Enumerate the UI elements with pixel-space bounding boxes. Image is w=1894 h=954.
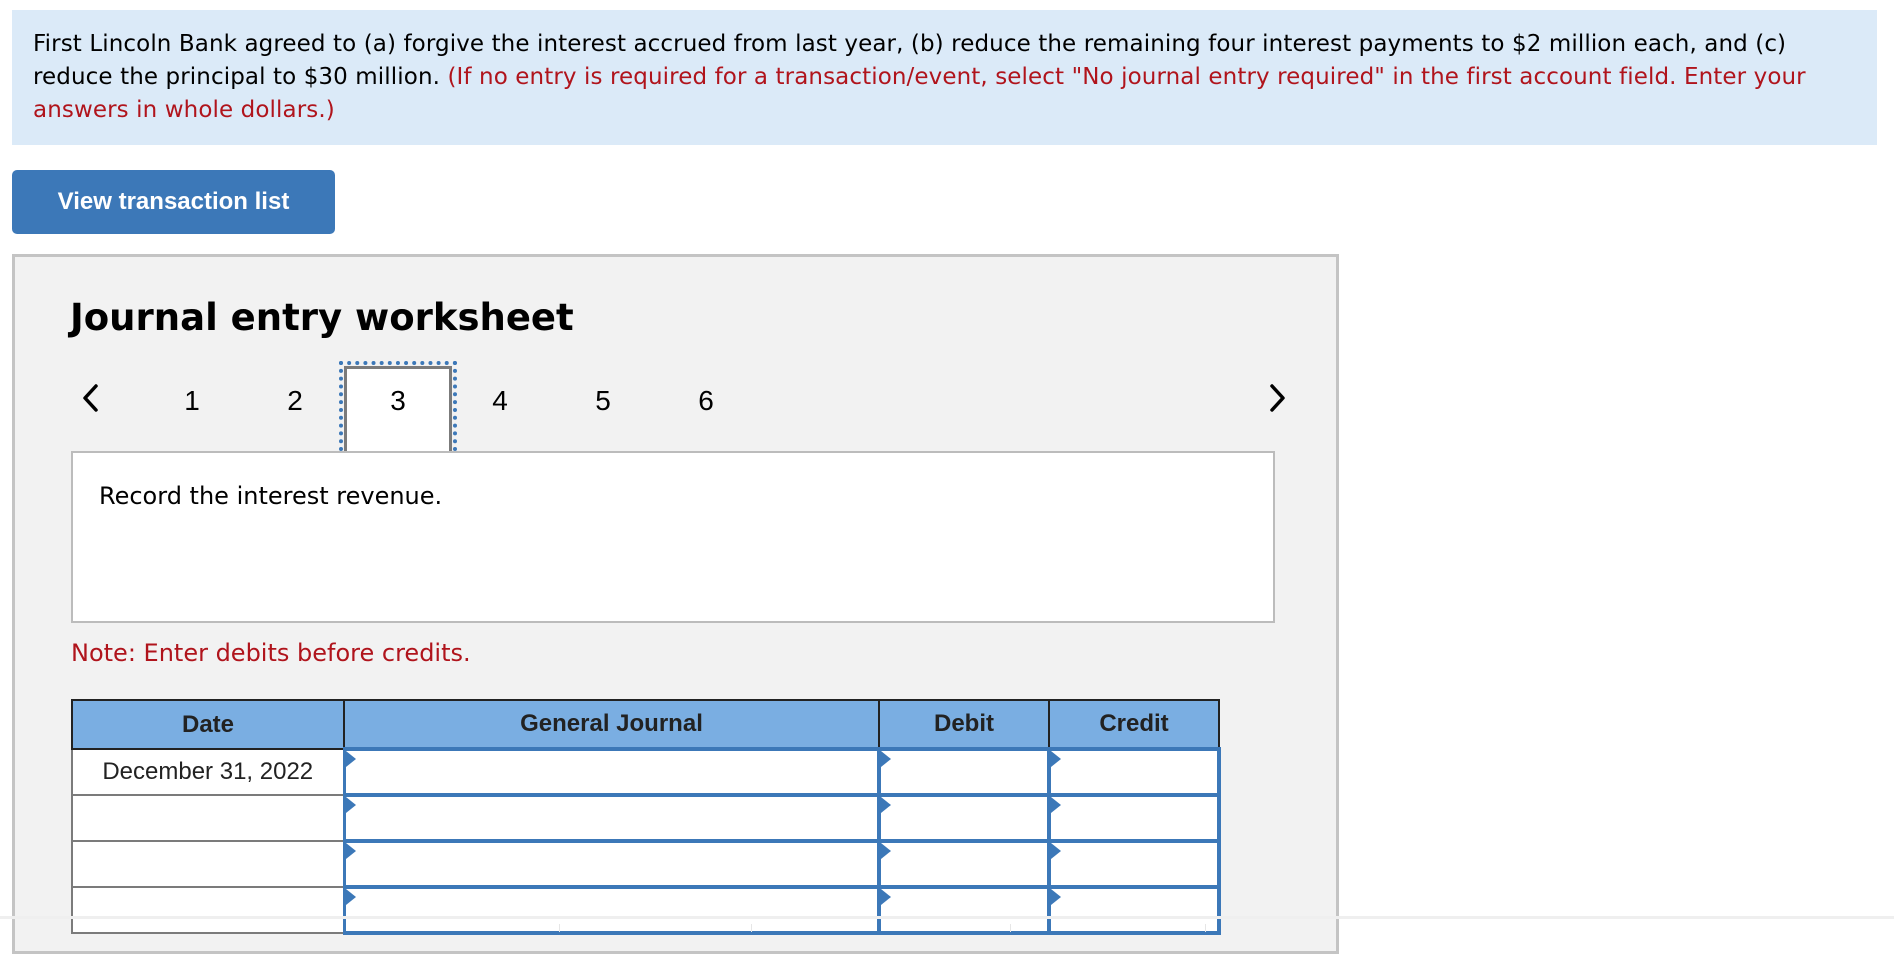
credit-input[interactable]: [1051, 843, 1217, 885]
input-marker-icon: [881, 797, 891, 813]
credit-input[interactable]: [1051, 797, 1217, 839]
account-cell[interactable]: [342, 793, 881, 843]
table-row: December 31, 2022: [71, 747, 1221, 797]
input-marker-icon: [881, 889, 891, 905]
debit-credit-note: Note: Enter debits before credits.: [71, 639, 471, 667]
debit-input[interactable]: [881, 843, 1047, 885]
column-header-general-journal: General Journal: [343, 699, 880, 750]
nav-tab-6[interactable]: 6: [676, 385, 736, 417]
account-cell[interactable]: [342, 885, 881, 935]
account-input[interactable]: [345, 843, 877, 885]
debit-cell[interactable]: [877, 747, 1051, 797]
table-row: [71, 839, 1221, 889]
page-divider: [0, 916, 1894, 919]
input-marker-icon: [1051, 751, 1061, 767]
column-header-credit: Credit: [1048, 699, 1220, 750]
credit-input[interactable]: [1051, 889, 1217, 931]
column-header-date: Date: [71, 699, 345, 750]
account-cell[interactable]: [342, 839, 881, 889]
credit-cell[interactable]: [1047, 885, 1221, 935]
nav-tab-4[interactable]: 4: [470, 385, 530, 417]
table-row: [71, 885, 1221, 935]
date-cell: [71, 840, 345, 888]
nav-tab-3[interactable]: 3: [368, 385, 428, 417]
input-marker-icon: [1051, 797, 1061, 813]
chevron-right-icon[interactable]: [1262, 378, 1292, 418]
view-transaction-list-button[interactable]: View transaction list: [12, 170, 335, 234]
input-marker-icon: [881, 751, 891, 767]
debit-cell[interactable]: [877, 793, 1051, 843]
nav-tab-5[interactable]: 5: [573, 385, 633, 417]
table-row: [71, 793, 1221, 843]
input-marker-icon: [881, 843, 891, 859]
divider-tick: [1010, 924, 1011, 932]
divider-tick: [559, 924, 560, 932]
date-cell: December 31, 2022: [71, 748, 345, 796]
nav-tab-1[interactable]: 1: [162, 385, 222, 417]
debit-cell[interactable]: [877, 839, 1051, 889]
credit-cell[interactable]: [1047, 839, 1221, 889]
input-marker-icon: [1051, 843, 1061, 859]
transaction-description: Record the interest revenue.: [99, 482, 443, 510]
nav-tab-2[interactable]: 2: [265, 385, 325, 417]
chevron-left-icon[interactable]: [76, 378, 106, 418]
worksheet-title: Journal entry worksheet: [70, 296, 574, 339]
dropdown-marker-icon: [345, 889, 356, 905]
account-input[interactable]: [345, 797, 877, 839]
debit-input[interactable]: [881, 751, 1047, 793]
divider-tick: [751, 924, 752, 932]
divider-tick: [1205, 924, 1206, 932]
dropdown-marker-icon: [345, 797, 356, 813]
date-cell: [71, 886, 345, 934]
dropdown-marker-icon: [345, 751, 356, 767]
instructions-box: First Lincoln Bank agreed to (a) forgive…: [12, 10, 1877, 145]
account-input[interactable]: [345, 751, 877, 793]
debit-cell[interactable]: [877, 885, 1051, 935]
account-cell[interactable]: [342, 747, 881, 797]
debit-input[interactable]: [881, 797, 1047, 839]
debit-input[interactable]: [881, 889, 1047, 931]
date-cell: [71, 794, 345, 842]
table-header-row: Date General Journal Debit Credit: [71, 699, 1220, 750]
credit-cell[interactable]: [1047, 793, 1221, 843]
column-header-debit: Debit: [878, 699, 1050, 750]
general-journal-table: Date General Journal Debit Credit Decemb…: [71, 699, 1221, 935]
dropdown-marker-icon: [345, 843, 356, 859]
input-marker-icon: [1051, 889, 1061, 905]
transaction-description-box: [71, 451, 1275, 623]
account-input[interactable]: [345, 889, 877, 931]
credit-cell[interactable]: [1047, 747, 1221, 797]
credit-input[interactable]: [1051, 751, 1217, 793]
